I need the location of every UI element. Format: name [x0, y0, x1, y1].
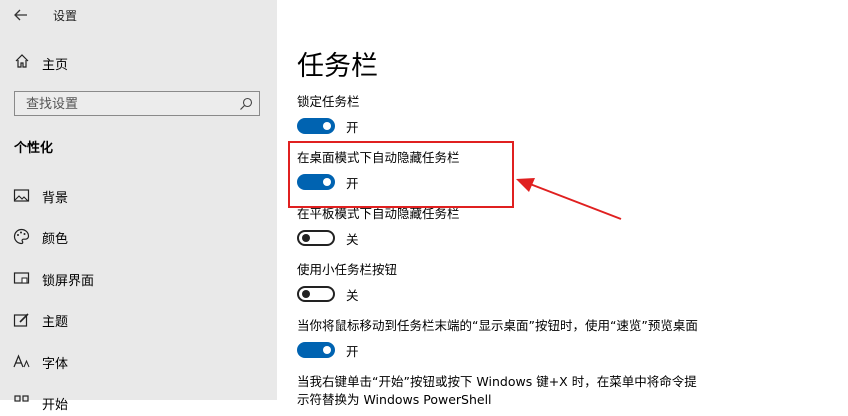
setting-small-buttons: 使用小任务栏按钮 关 [297, 261, 398, 303]
search-input[interactable] [24, 95, 228, 114]
toggle-knob [302, 234, 310, 242]
search-icon[interactable] [239, 97, 253, 111]
sidebar-item-label: 锁屏界面 [42, 274, 95, 289]
toggle-state: 开 [346, 120, 359, 135]
sidebar-item-label: 字体 [42, 357, 69, 372]
theme-icon [13, 313, 29, 327]
home-icon [15, 54, 29, 68]
sidebar-item-label: 颜色 [42, 232, 69, 247]
section-heading: 个性化 [14, 141, 54, 156]
sidebar-item-start[interactable]: 开始 [0, 390, 277, 416]
font-icon [13, 354, 30, 368]
home-label: 主页 [42, 58, 69, 73]
sidebar-item-label: 开始 [42, 398, 69, 413]
start-icon [14, 395, 29, 402]
annotation-highlight-box [288, 141, 514, 208]
setting-label: 锁定任务栏 [297, 94, 360, 109]
home-nav-item[interactable]: 主页 [0, 50, 277, 76]
peek-toggle[interactable] [297, 342, 335, 358]
title-bar: 设置 [0, 0, 277, 30]
lock-screen-icon [13, 272, 30, 284]
toggle-state: 关 [346, 288, 359, 303]
back-arrow-icon [14, 9, 27, 21]
toggle-state: 开 [346, 344, 359, 359]
image-icon [13, 189, 30, 202]
setting-label: 示符替换为 Windows PowerShell [297, 392, 492, 407]
lock-taskbar-toggle[interactable] [297, 118, 335, 134]
sidebar-item-fonts[interactable]: 字体 [0, 349, 277, 375]
sidebar-item-lock-screen[interactable]: 锁屏界面 [0, 266, 277, 292]
toggle-knob [323, 346, 331, 354]
sidebar-item-themes[interactable]: 主题 [0, 307, 277, 333]
sidebar-item-background[interactable]: 背景 [0, 183, 277, 209]
setting-label: 当我右键单击“开始”按钮或按下 Windows 键+X 时，在菜单中将命令提 [297, 374, 697, 389]
palette-icon [13, 228, 30, 245]
setting-label: 使用小任务栏按钮 [297, 262, 398, 277]
sidebar: 设置 主页 个性化 背景 颜色 锁屏界面 [0, 0, 277, 413]
sidebar-item-label: 背景 [42, 191, 69, 206]
search-box[interactable] [14, 91, 260, 116]
toggle-knob [323, 122, 331, 130]
toggle-state: 关 [346, 232, 359, 247]
setting-label: 当你将鼠标移动到任务栏末端的“显示桌面”按钮时，使用“速览”预览桌面 [297, 318, 698, 333]
page-title: 任务栏 [297, 51, 378, 82]
sidebar-item-colors[interactable]: 颜色 [0, 224, 277, 250]
window-title: 设置 [53, 9, 78, 23]
toggle-knob [302, 290, 310, 298]
back-button[interactable] [10, 4, 32, 26]
small-buttons-toggle[interactable] [297, 286, 335, 302]
sidebar-item-label: 主题 [42, 315, 69, 330]
auto-hide-tablet-toggle[interactable] [297, 230, 335, 246]
setting-lock-taskbar: 锁定任务栏 开 [297, 93, 360, 135]
setting-powershell: 当我右键单击“开始”按钮或按下 Windows 键+X 时，在菜单中将命令提 示… [297, 373, 697, 409]
setting-peek: 当你将鼠标移动到任务栏末端的“显示桌面”按钮时，使用“速览”预览桌面 开 [297, 317, 698, 359]
